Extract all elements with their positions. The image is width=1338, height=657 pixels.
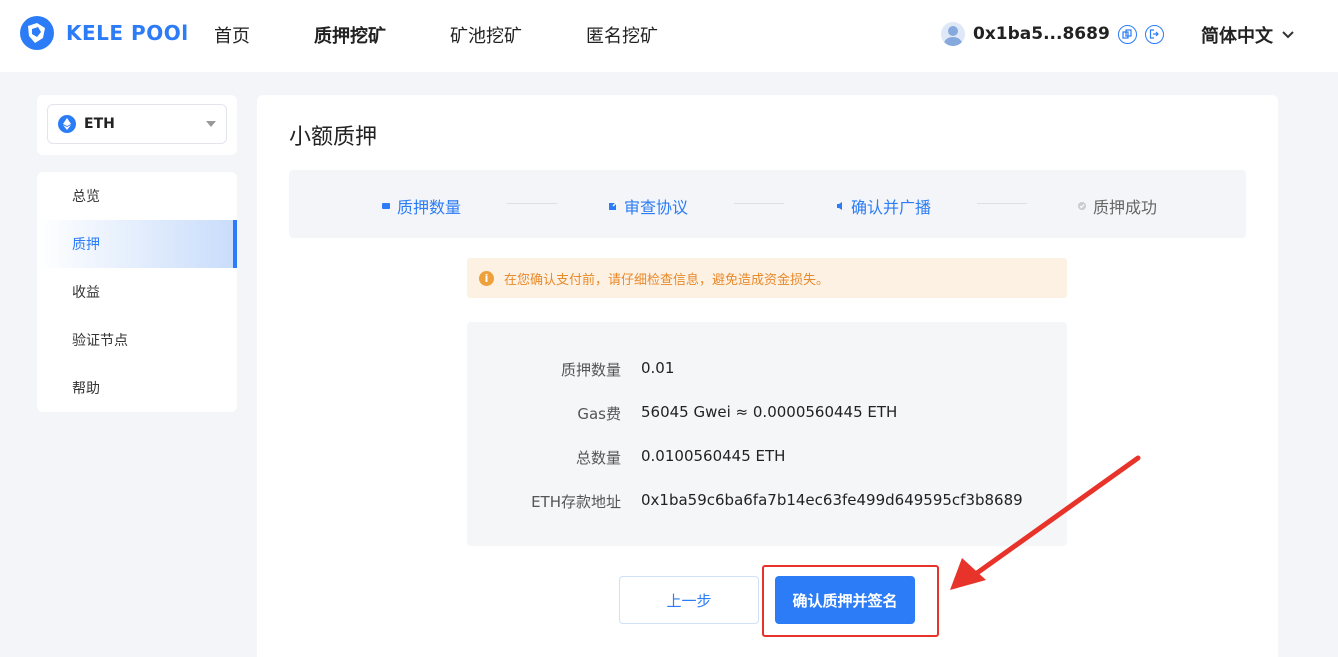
nav-pool-mining[interactable]: 矿池挖矿 xyxy=(450,22,522,48)
step-label: 审查协议 xyxy=(624,198,689,217)
sidebar-item-label: 收益 xyxy=(72,285,100,301)
warning-banner: i 在您确认支付前，请仔细检查信息，避免造成资金损失。 xyxy=(467,258,1067,298)
copy-icon[interactable] xyxy=(1117,24,1137,44)
step-divider xyxy=(507,203,557,204)
sidebar-item-label: 质押 xyxy=(72,237,100,253)
square-icon xyxy=(382,203,390,209)
annotation-arrow xyxy=(950,455,1141,590)
eth-icon xyxy=(58,115,76,133)
step-stake-success: 质押成功 xyxy=(1077,194,1157,218)
nav-home[interactable]: 首页 xyxy=(214,22,250,48)
step-divider xyxy=(734,203,784,204)
info-icon: i xyxy=(479,270,494,286)
detail-label: ETH存款地址 xyxy=(531,493,621,511)
sidebar-item-overview[interactable]: 总览 xyxy=(37,172,237,220)
sidebar-item-label: 验证节点 xyxy=(72,333,128,349)
stepper: 质押数量 审查协议 确认并广播 质押成功 xyxy=(289,170,1246,238)
sidebar-item-label: 帮助 xyxy=(72,381,100,397)
avatar[interactable] xyxy=(941,22,965,46)
logo-text: KELE POOl xyxy=(66,21,189,45)
page-title: 小额质押 xyxy=(289,125,378,150)
step-label: 质押数量 xyxy=(397,198,462,217)
sidebar-item-help[interactable]: 帮助 xyxy=(37,364,237,412)
logo[interactable]: KELE POOl xyxy=(18,14,189,52)
detail-value: 0.0100560445 ETH xyxy=(641,447,786,465)
logout-icon[interactable] xyxy=(1144,24,1164,44)
detail-label: 质押数量 xyxy=(560,361,621,379)
step-label: 确认并广播 xyxy=(851,198,932,217)
account-area: 0x1ba5...8689 xyxy=(941,22,1164,46)
sidebar-item-label: 总览 xyxy=(72,189,100,205)
step-confirm-broadcast: 确认并广播 xyxy=(835,194,931,218)
sidebar-item-staking[interactable]: 质押 xyxy=(37,220,237,268)
step-review-agreement: 审查协议 xyxy=(608,194,688,218)
main-nav: 首页 质押挖矿 矿池挖矿 匿名挖矿 xyxy=(214,22,722,48)
sidebar-item-validators[interactable]: 验证节点 xyxy=(37,316,237,364)
side-menu: 总览 质押 收益 验证节点 帮助 xyxy=(37,172,237,412)
detail-value: 56045 Gwei ≈ 0.0000560445 ETH xyxy=(641,403,898,421)
broadcast-icon xyxy=(837,202,842,210)
nav-staking[interactable]: 质押挖矿 xyxy=(314,22,386,48)
detail-label: Gas费 xyxy=(577,405,621,423)
nav-anonymous-mining[interactable]: 匿名挖矿 xyxy=(586,22,658,48)
edit-icon xyxy=(609,201,618,210)
step-divider xyxy=(977,203,1027,204)
coin-select-value: ETH xyxy=(84,116,115,132)
coin-selector-panel: ETH xyxy=(37,95,237,155)
top-bar: KELE POOl 首页 质押挖矿 矿池挖矿 匿名挖矿 0x1ba5...868… xyxy=(0,0,1338,72)
detail-value: 0.01 xyxy=(641,359,675,377)
detail-label: 总数量 xyxy=(575,449,621,467)
check-circle-icon xyxy=(1078,202,1086,210)
sidebar-item-earnings[interactable]: 收益 xyxy=(37,268,237,316)
language-selector[interactable]: 简体中文 xyxy=(1201,22,1295,48)
coin-select[interactable]: ETH xyxy=(47,104,227,144)
language-label: 简体中文 xyxy=(1201,26,1273,47)
step-stake-amount: 质押数量 xyxy=(381,194,461,218)
chevron-down-icon xyxy=(1282,31,1294,39)
account-address: 0x1ba5...8689 xyxy=(973,24,1110,44)
logo-icon xyxy=(20,16,54,50)
highlight-box xyxy=(762,565,939,637)
warning-text: 在您确认支付前，请仔细检查信息，避免造成资金损失。 xyxy=(504,272,830,288)
back-button[interactable]: 上一步 xyxy=(619,576,759,624)
caret-down-icon xyxy=(206,121,216,127)
step-label: 质押成功 xyxy=(1093,198,1158,217)
